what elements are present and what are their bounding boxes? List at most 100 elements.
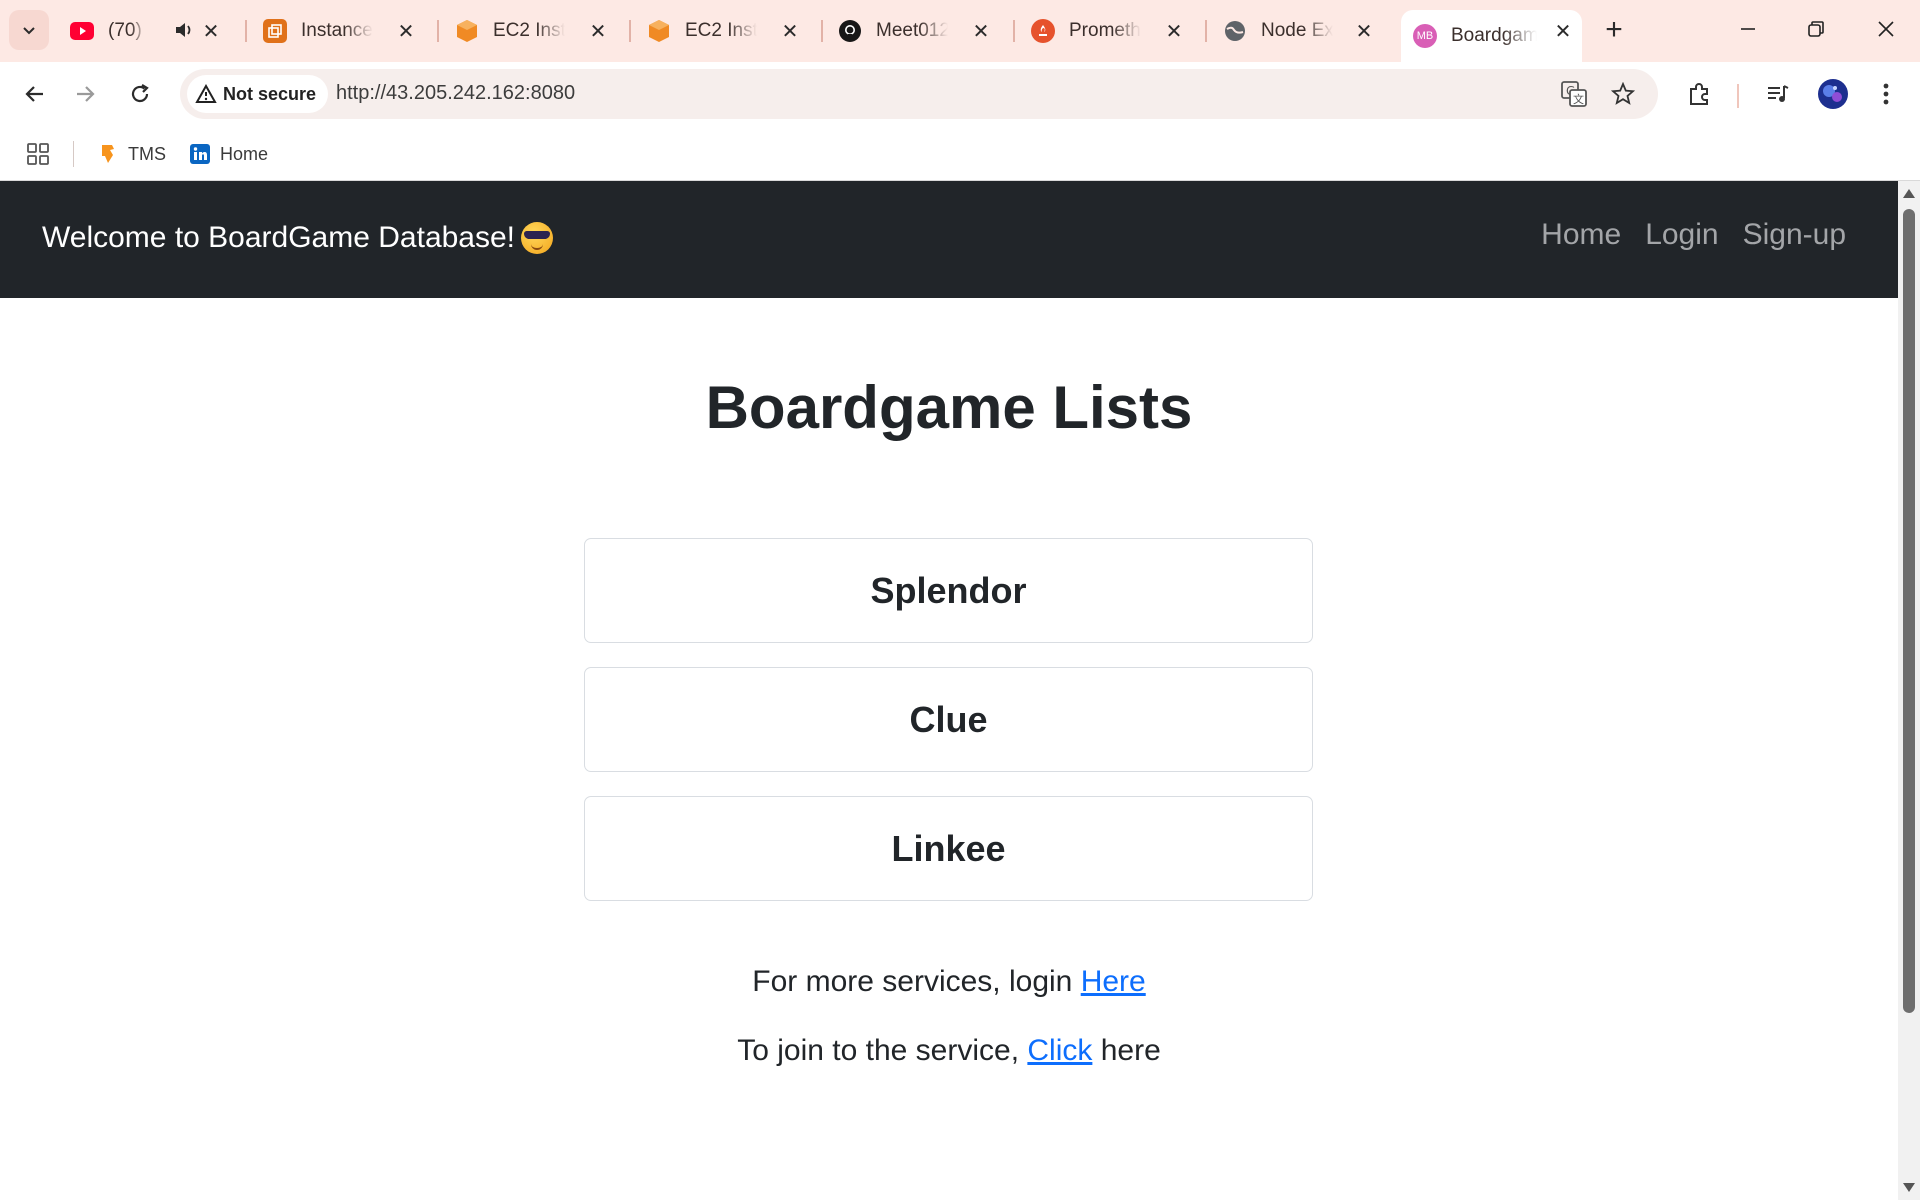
- arrow-right-icon: [77, 86, 95, 102]
- nav-signup-link[interactable]: Sign-up: [1743, 218, 1846, 252]
- tab-title: Meet0123: [876, 20, 948, 41]
- bookmark-tms[interactable]: TMS: [98, 139, 166, 169]
- tab-boardgame-active[interactable]: MB Boardgam ✕: [1401, 10, 1582, 62]
- media-control-icon[interactable]: [1760, 76, 1796, 112]
- restore-icon: [1808, 21, 1824, 37]
- address-bar[interactable]: Not secure http://43.205.242.162:8080 G文: [180, 69, 1658, 119]
- sunglasses-emoji-icon: [521, 222, 554, 254]
- login-prompt-text: For more services, login: [752, 965, 1081, 998]
- close-tab-icon[interactable]: ✕: [1161, 18, 1187, 44]
- tab-instances[interactable]: Instances | ✕: [263, 10, 425, 52]
- game-card[interactable]: Clue: [584, 667, 1313, 772]
- tab-title: Promethe: [1069, 20, 1141, 41]
- bookmarks-divider: [73, 141, 74, 167]
- login-here-link[interactable]: Here: [1081, 965, 1146, 998]
- globe-icon: [1223, 19, 1247, 43]
- game-card[interactable]: Linkee: [584, 796, 1313, 901]
- back-button[interactable]: [14, 74, 54, 114]
- bookmark-label: Home: [220, 143, 269, 164]
- url-text: http://43.205.242.162:8080: [336, 82, 576, 104]
- tab-separator: [629, 20, 631, 42]
- tab-separator: [1205, 20, 1207, 42]
- restore-button[interactable]: [1788, 8, 1844, 50]
- aws-ec2-icon: [647, 19, 671, 43]
- mb-favicon-text: MB: [1416, 30, 1434, 42]
- site-navbar: Welcome to BoardGame Database! Home Logi…: [0, 181, 1898, 298]
- tab-search-button[interactable]: [9, 10, 49, 50]
- scroll-down-arrow-icon[interactable]: [1903, 1183, 1915, 1192]
- browser-toolbar: Not secure http://43.205.242.162:8080 G文: [0, 62, 1920, 127]
- tab-title: EC2 Instan: [493, 20, 565, 41]
- aws-icon: [263, 19, 287, 43]
- nav-links: Home Login Sign-up: [1541, 218, 1846, 252]
- scroll-thumb[interactable]: [1903, 209, 1915, 1013]
- speaker-icon[interactable]: [174, 20, 194, 46]
- reload-icon: [131, 84, 149, 103]
- web-page: Welcome to BoardGame Database! Home Logi…: [0, 181, 1898, 1200]
- youtube-icon: [70, 19, 94, 43]
- tab-ec2-1[interactable]: EC2 Instan ✕: [455, 10, 617, 52]
- warning-icon: [195, 84, 217, 103]
- toolbar-divider: [1737, 84, 1739, 108]
- mb-icon: MB: [1413, 24, 1437, 48]
- close-tab-icon[interactable]: ✕: [1351, 18, 1377, 44]
- tab-title: Instances |: [301, 20, 373, 41]
- tab-title: Boardgam: [1451, 25, 1537, 46]
- page-title: Boardgame Lists: [705, 374, 1193, 441]
- close-tab-icon[interactable]: ✕: [585, 18, 611, 44]
- tab-separator: [821, 20, 823, 42]
- close-tab-icon[interactable]: ✕: [393, 18, 419, 44]
- linkedin-icon: [190, 144, 210, 164]
- join-prompt-text: To join to the service,: [737, 1034, 1028, 1067]
- tab-separator: [245, 20, 247, 42]
- apps-button[interactable]: [26, 139, 50, 169]
- new-tab-button[interactable]: +: [1596, 12, 1632, 48]
- profile-avatar[interactable]: [1815, 76, 1851, 112]
- close-icon: [1878, 21, 1894, 37]
- bookmark-home[interactable]: Home: [190, 139, 268, 169]
- chevron-down-icon: [23, 27, 35, 35]
- close-tab-icon[interactable]: ✕: [1550, 18, 1576, 44]
- translate-icon[interactable]: G文: [1559, 79, 1589, 109]
- game-list: Splendor Clue Linkee: [584, 538, 1313, 925]
- security-label: Not secure: [223, 83, 317, 104]
- brand-text: Welcome to BoardGame Database!: [42, 221, 516, 254]
- tab-youtube[interactable]: (70) Ra ✕: [70, 10, 230, 52]
- tab-title: Node Expo: [1261, 20, 1333, 41]
- tab-node-exporter[interactable]: Node Expo ✕: [1223, 10, 1383, 52]
- join-prompt-suffix: here: [1092, 1034, 1161, 1067]
- aws-ec2-icon: [455, 19, 479, 43]
- close-window-button[interactable]: [1858, 8, 1914, 50]
- close-tab-icon[interactable]: ✕: [968, 18, 994, 44]
- avatar-icon: [1818, 79, 1848, 109]
- browser-chrome: (70) Ra ✕ Instances | ✕ EC2 Instan ✕: [0, 0, 1920, 181]
- security-indicator[interactable]: Not secure: [187, 75, 329, 113]
- tab-separator: [437, 20, 439, 42]
- close-tab-icon[interactable]: ✕: [777, 18, 803, 44]
- browser-menu-icon[interactable]: [1868, 76, 1904, 112]
- vertical-scrollbar[interactable]: [1898, 181, 1920, 1200]
- tab-ec2-2[interactable]: EC2 Instan ✕: [647, 10, 809, 52]
- tab-prometheus[interactable]: Promethe ✕: [1031, 10, 1193, 52]
- svg-text:文: 文: [1573, 92, 1584, 106]
- nav-home-link[interactable]: Home: [1541, 218, 1621, 252]
- arrow-left-icon: [25, 86, 43, 102]
- extensions-icon[interactable]: [1682, 76, 1718, 112]
- minimize-button[interactable]: [1720, 8, 1776, 50]
- apps-grid-icon: [27, 143, 49, 165]
- scroll-up-arrow-icon[interactable]: [1903, 189, 1915, 198]
- site-brand[interactable]: Welcome to BoardGame Database!: [42, 221, 554, 255]
- forward-button[interactable]: [66, 74, 106, 114]
- signup-click-link[interactable]: Click: [1027, 1034, 1092, 1067]
- minimize-icon: [1741, 28, 1755, 30]
- game-card[interactable]: Splendor: [584, 538, 1313, 643]
- bookmark-star-icon[interactable]: [1608, 79, 1638, 109]
- nav-login-link[interactable]: Login: [1645, 218, 1718, 252]
- tab-title: EC2 Instan: [685, 20, 757, 41]
- github-icon: [838, 19, 862, 43]
- tab-github[interactable]: Meet0123 ✕: [838, 10, 1000, 52]
- tab-title: (70) Ra: [108, 20, 146, 41]
- close-tab-icon[interactable]: ✕: [198, 18, 224, 44]
- reload-button[interactable]: [120, 74, 160, 114]
- bookmark-label: TMS: [128, 143, 166, 164]
